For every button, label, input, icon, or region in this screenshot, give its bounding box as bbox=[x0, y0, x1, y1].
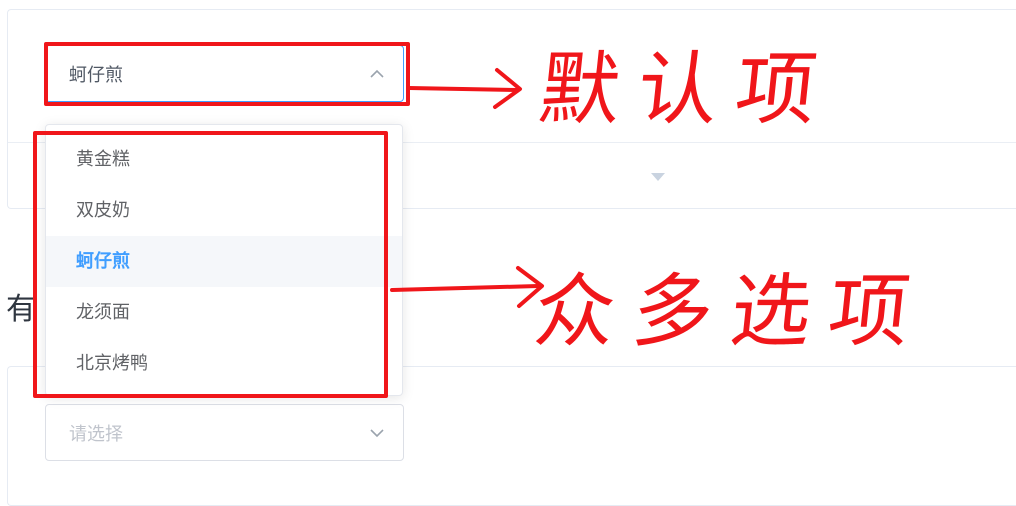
annotation-arrow-default bbox=[407, 68, 522, 109]
annotation-box-options bbox=[33, 131, 388, 398]
select-empty[interactable]: 请选择 bbox=[45, 404, 404, 461]
chevron-down-icon bbox=[370, 428, 384, 437]
annotation-label-options: 众多选项 bbox=[530, 265, 932, 358]
expand-code-caret-icon[interactable] bbox=[651, 173, 665, 181]
annotation-arrow-options bbox=[390, 266, 544, 308]
select-empty-placeholder: 请选择 bbox=[69, 423, 123, 445]
annotation-box-default bbox=[44, 42, 410, 106]
annotation-label-default: 默认项 bbox=[535, 43, 839, 136]
